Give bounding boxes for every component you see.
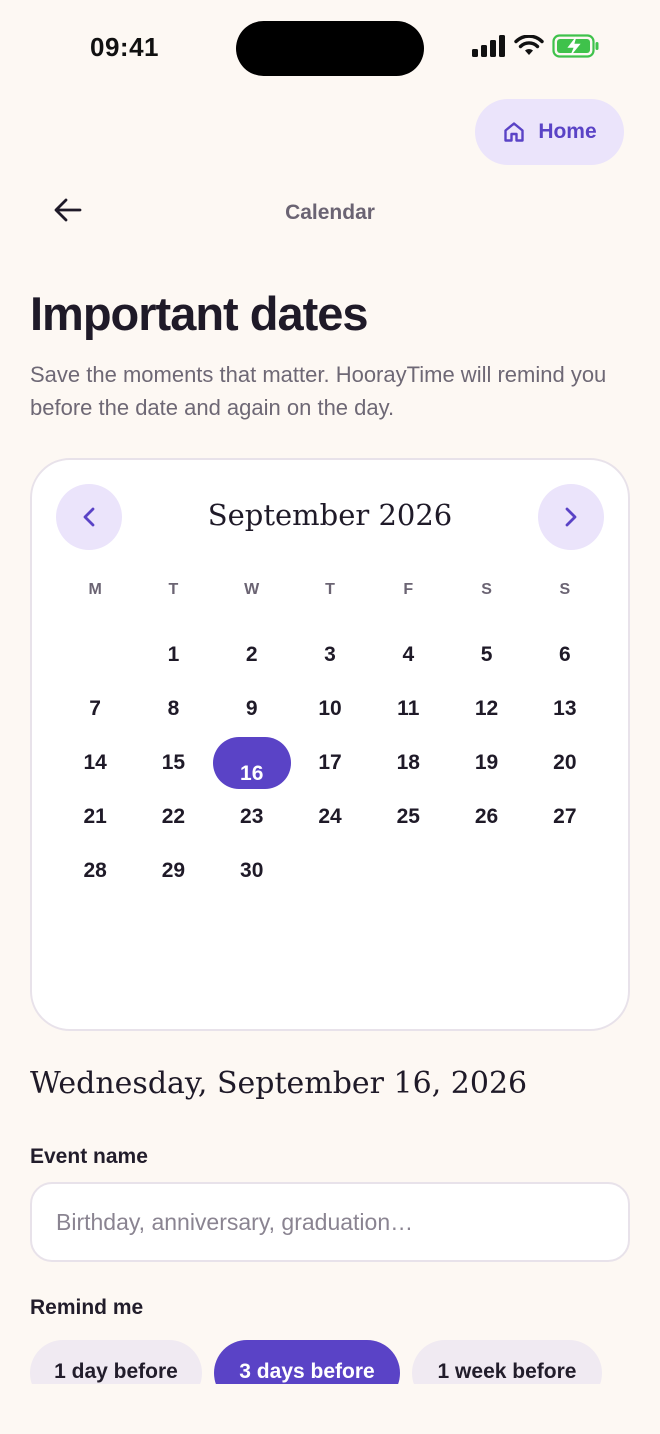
- status-time: 09:41: [90, 32, 159, 62]
- event-name-input[interactable]: [30, 1182, 630, 1262]
- day-grid: 1 2 3 4 5 6 7 8 9 10 11 12 13 14 15 16 17 18 19 20 21 22 23 24 2…: [56, 628, 604, 898]
- day-cell[interactable]: 20: [526, 736, 604, 790]
- calendar-card: September 2026 MTWTFSS 1 2 3 4 5 6 7 8 9 10 11 12 13…: [30, 458, 630, 1031]
- nav-title: Calendar: [285, 201, 375, 224]
- event-name-label: Event name: [30, 1145, 148, 1168]
- status-icons: [472, 34, 600, 58]
- day-cell[interactable]: 11: [369, 682, 447, 736]
- day-cell[interactable]: 24: [291, 790, 369, 844]
- remind-me-label: Remind me: [30, 1296, 144, 1319]
- day-cell[interactable]: 28: [56, 844, 134, 898]
- day-cell[interactable]: 29: [134, 844, 212, 898]
- weekday-label: M: [88, 581, 102, 598]
- day-cell[interactable]: 30: [213, 844, 291, 898]
- signal-bars-icon: [472, 35, 505, 57]
- day-cell-selected[interactable]: 16: [212, 737, 291, 789]
- weekday-header-row: MTWTFSS: [56, 581, 604, 599]
- weekday-label: F: [403, 581, 414, 598]
- dynamic-island: [236, 21, 424, 76]
- house-icon: [504, 122, 525, 142]
- day-cell[interactable]: 23: [213, 790, 291, 844]
- day-cell[interactable]: 14: [56, 736, 134, 790]
- day-cell[interactable]: 7: [56, 682, 134, 736]
- weekday-label: W: [244, 581, 260, 598]
- weekday-label: S: [481, 581, 492, 598]
- day-cell[interactable]: 6: [526, 628, 604, 682]
- day-cell[interactable]: 21: [56, 790, 134, 844]
- day-cell[interactable]: 12: [447, 682, 525, 736]
- weekday-label: T: [168, 581, 179, 598]
- day-cell[interactable]: 18: [369, 736, 447, 790]
- selected-date-heading: Wednesday, September 16, 2026: [30, 1066, 528, 1101]
- day-cell[interactable]: 17: [291, 736, 369, 790]
- day-cell[interactable]: 10: [291, 682, 369, 736]
- day-cell[interactable]: 4: [369, 628, 447, 682]
- status-bar: 09:41: [0, 0, 660, 96]
- day-cell[interactable]: 22: [134, 790, 212, 844]
- day-cell[interactable]: 3: [291, 628, 369, 682]
- remind-option-chip[interactable]: 3 days before: [214, 1340, 400, 1384]
- day-cell[interactable]: 9: [213, 682, 291, 736]
- day-cell[interactable]: 26: [447, 790, 525, 844]
- weekday-label: T: [325, 581, 335, 598]
- day-cell[interactable]: 13: [526, 682, 604, 736]
- wifi-icon: [514, 35, 544, 55]
- day-cell[interactable]: 8: [134, 682, 212, 736]
- day-cell[interactable]: 5: [447, 628, 525, 682]
- chevron-right-icon: [565, 507, 577, 527]
- day-cell[interactable]: 2: [213, 628, 291, 682]
- day-cell[interactable]: 25: [369, 790, 447, 844]
- remind-options: 1 day before 3 days before 1 week before: [0, 1340, 660, 1384]
- battery-charging-icon: [552, 34, 599, 58]
- home-button-label: Home: [538, 120, 597, 143]
- day-cell[interactable]: 15: [134, 736, 212, 790]
- day-cell[interactable]: 19: [447, 736, 525, 790]
- day-cell[interactable]: 27: [526, 790, 604, 844]
- page-subtitle: Save the moments that matter. HoorayTime…: [30, 362, 607, 420]
- page-title: Important dates: [30, 287, 369, 340]
- day-cell[interactable]: 1: [134, 628, 212, 682]
- home-button[interactable]: Home: [475, 99, 624, 165]
- day-blank: [56, 628, 134, 682]
- remind-option-chip[interactable]: 1 day before: [30, 1340, 202, 1384]
- weekday-label: S: [559, 581, 571, 598]
- remind-option-chip[interactable]: 1 week before: [412, 1340, 602, 1384]
- next-month-button[interactable]: [538, 484, 604, 550]
